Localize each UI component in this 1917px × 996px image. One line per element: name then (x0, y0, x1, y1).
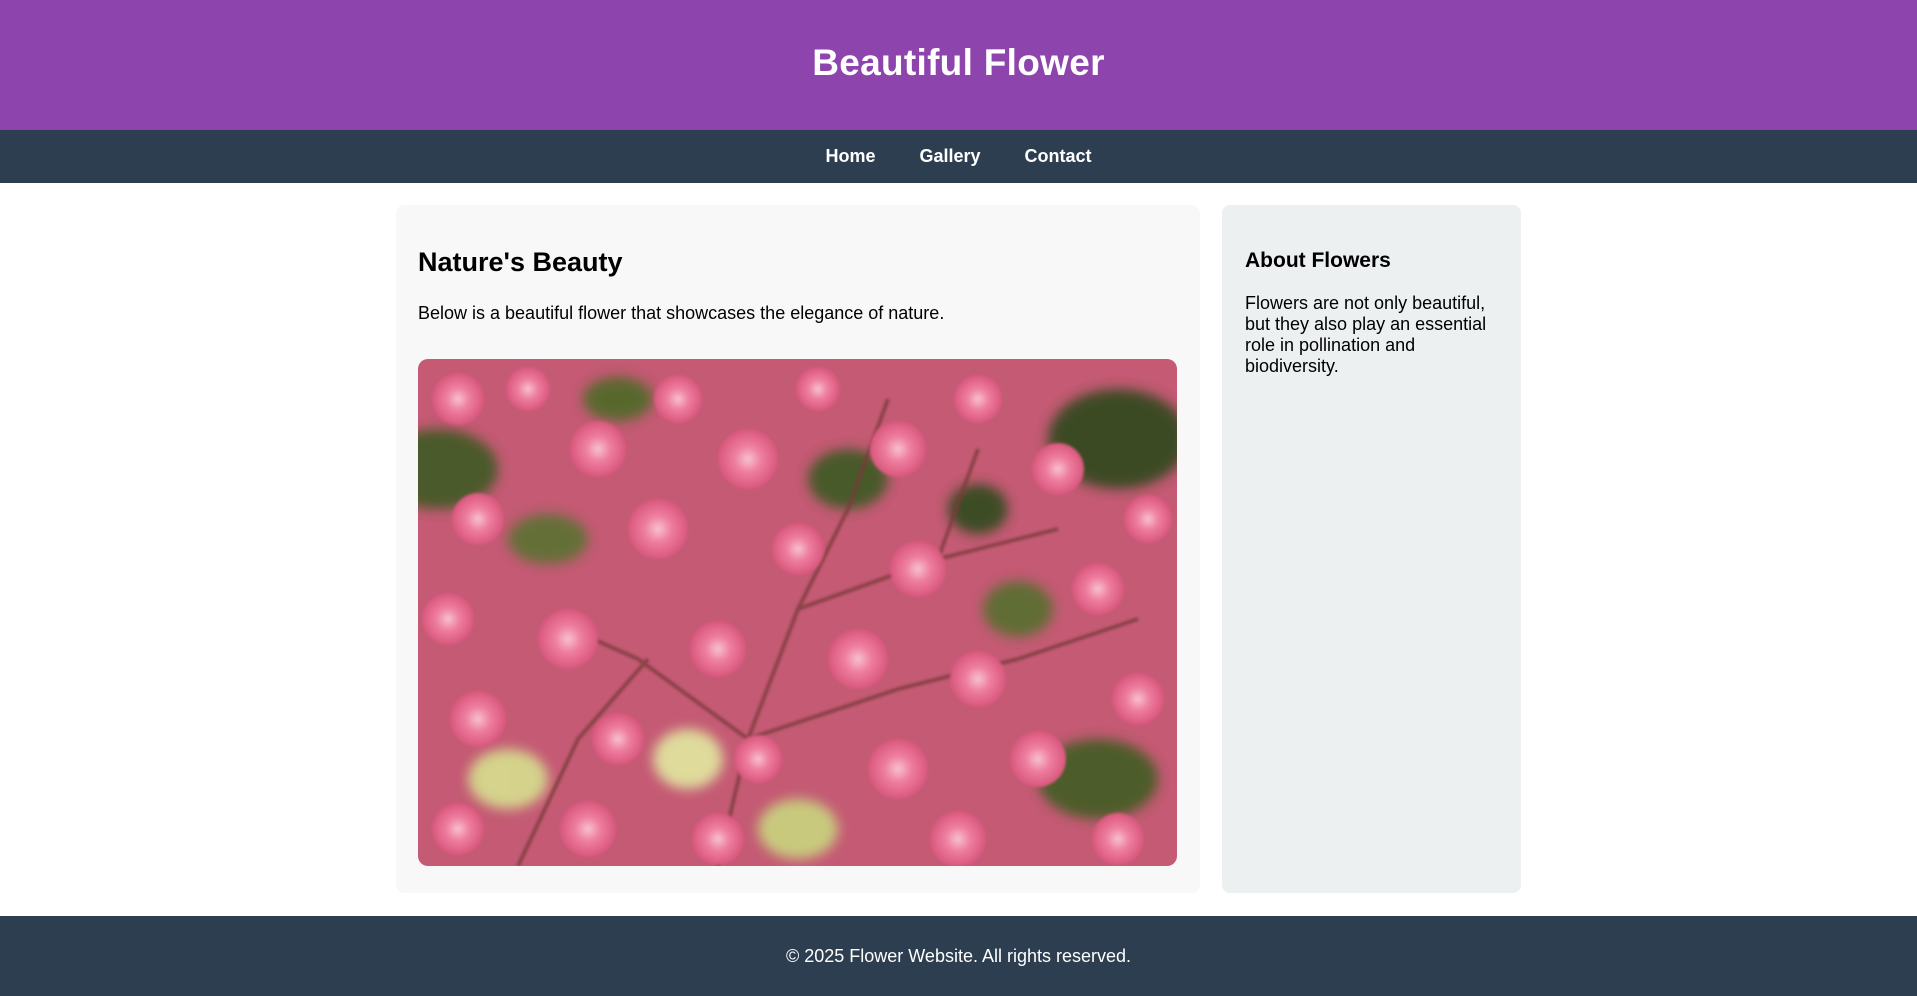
site-title: Beautiful Flower (812, 42, 1105, 83)
nav-link-gallery[interactable]: Gallery (919, 146, 980, 167)
sidebar-heading: About Flowers (1245, 249, 1391, 272)
flower-image (418, 359, 1177, 866)
footer-copyright: © 2025 Flower Website. All rights reserv… (785, 945, 1132, 966)
main-content-card: Nature's Beauty Below is a beautiful flo… (396, 205, 1200, 893)
section-heading: Nature's Beauty (418, 247, 623, 277)
site-header: Beautiful Flower (0, 0, 1917, 130)
sidebar-about: About Flowers Flowers are not only beaut… (1222, 205, 1521, 893)
nav-link-home[interactable]: Home (825, 146, 875, 167)
main-nav: Home Gallery Contact (0, 130, 1917, 183)
nav-link-contact[interactable]: Contact (1025, 146, 1092, 167)
sidebar-text: Flowers are not only beautiful, but they… (1245, 293, 1487, 376)
section-description: Below is a beautiful flower that showcas… (418, 303, 945, 323)
site-footer: © 2025 Flower Website. All rights reserv… (0, 916, 1917, 996)
